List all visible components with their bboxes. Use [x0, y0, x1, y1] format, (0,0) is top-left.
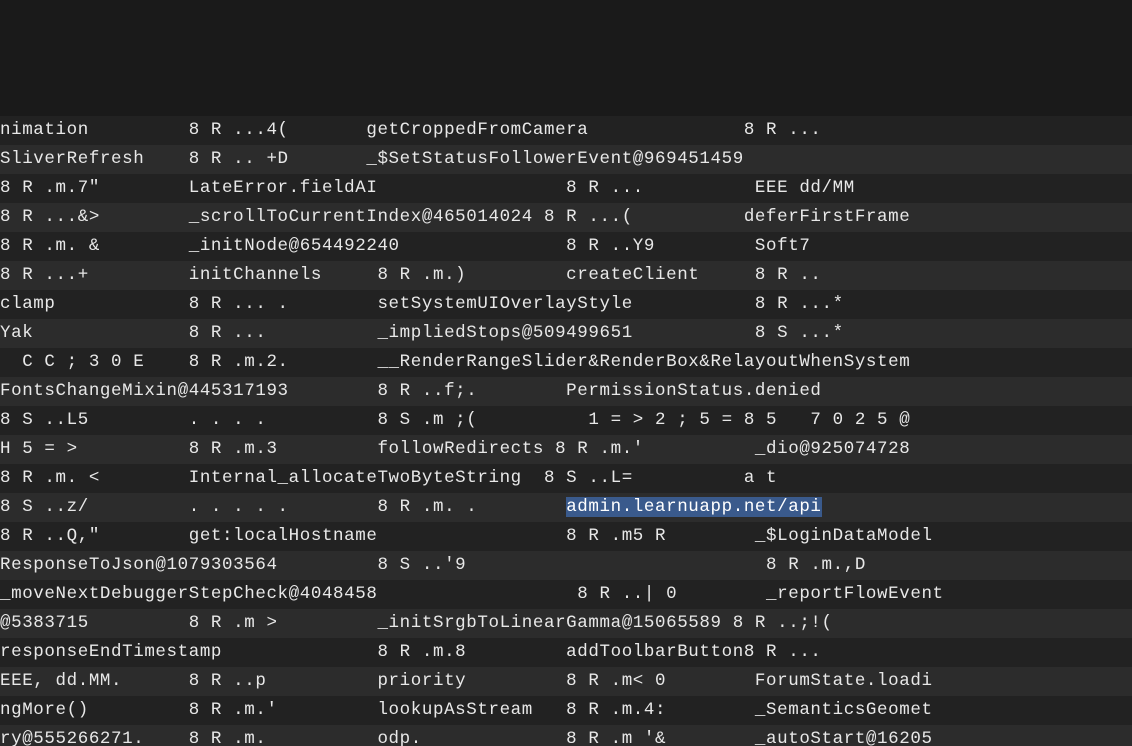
- line-text: 8 R ..Q," get:localHostname 8 R .m5 R _$…: [0, 526, 933, 546]
- line-text: 8 S ..z/ . . . . . 8 R .m. .: [0, 497, 566, 517]
- terminal-output: nimation 8 R ...4( getCroppedFromCamera …: [0, 116, 1132, 746]
- line-text: 8 R .m.7" LateError.fieldAI 8 R ... EEE …: [0, 178, 855, 198]
- terminal-line: clamp 8 R ... . setSystemUIOverlayStyle …: [0, 290, 1132, 319]
- line-text: clamp 8 R ... . setSystemUIOverlayStyle …: [0, 294, 844, 314]
- line-text: ResponseToJson@1079303564 8 S ..'9 8 R .…: [0, 555, 866, 575]
- terminal-line: H 5 = > 8 R .m.3 followRedirects 8 R .m.…: [0, 435, 1132, 464]
- terminal-line: 8 S ..z/ . . . . . 8 R .m. . admin.learn…: [0, 493, 1132, 522]
- terminal-line: @5383715 8 R .m > _initSrgbToLinearGamma…: [0, 609, 1132, 638]
- line-text: C C ; 3 0 E 8 R .m.2. __RenderRangeSlide…: [0, 352, 910, 372]
- terminal-line: 8 R .m.7" LateError.fieldAI 8 R ... EEE …: [0, 174, 1132, 203]
- terminal-line: SliverRefresh 8 R .. +D _$SetStatusFollo…: [0, 145, 1132, 174]
- terminal-line: ngMore() 8 R .m.' lookupAsStream 8 R .m.…: [0, 696, 1132, 725]
- line-text: @5383715 8 R .m > _initSrgbToLinearGamma…: [0, 613, 833, 633]
- line-text: nimation 8 R ...4( getCroppedFromCamera …: [0, 120, 822, 140]
- terminal-line: 8 S ..L5 . . . . 8 S .m ;( 1 = > 2 ; 5 =…: [0, 406, 1132, 435]
- line-text: EEE, dd.MM. 8 R ..p priority 8 R .m< 0 F…: [0, 671, 933, 691]
- terminal-line: 8 R ...+ initChannels 8 R .m.) createCli…: [0, 261, 1132, 290]
- terminal-line: Yak 8 R ... _impliedStops@509499651 8 S …: [0, 319, 1132, 348]
- line-text: H 5 = > 8 R .m.3 followRedirects 8 R .m.…: [0, 439, 910, 459]
- selection-highlight[interactable]: admin.learnuapp.net/api: [566, 497, 821, 517]
- terminal-line: EEE, dd.MM. 8 R ..p priority 8 R .m< 0 F…: [0, 667, 1132, 696]
- terminal-line: 8 R ..Q," get:localHostname 8 R .m5 R _$…: [0, 522, 1132, 551]
- line-text: 8 R .m. < Internal_allocateTwoByteString…: [0, 468, 777, 488]
- terminal-line: ResponseToJson@1079303564 8 S ..'9 8 R .…: [0, 551, 1132, 580]
- terminal-line: nimation 8 R ...4( getCroppedFromCamera …: [0, 116, 1132, 145]
- terminal-line: ry@555266271. 8 R .m. odp. 8 R .m '& _au…: [0, 725, 1132, 746]
- line-text: FontsChangeMixin@445317193 8 R ..f;. Per…: [0, 381, 822, 401]
- terminal-line: C C ; 3 0 E 8 R .m.2. __RenderRangeSlide…: [0, 348, 1132, 377]
- terminal-line: FontsChangeMixin@445317193 8 R ..f;. Per…: [0, 377, 1132, 406]
- line-text: ngMore() 8 R .m.' lookupAsStream 8 R .m.…: [0, 700, 933, 720]
- line-text: responseEndTimestamp 8 R .m.8 addToolbar…: [0, 642, 822, 662]
- line-text: 8 S ..L5 . . . . 8 S .m ;( 1 = > 2 ; 5 =…: [0, 410, 910, 430]
- terminal-line: 8 R ...&> _scrollToCurrentIndex@46501402…: [0, 203, 1132, 232]
- line-text: _moveNextDebuggerStepCheck@4048458 8 R .…: [0, 584, 944, 604]
- terminal-line: responseEndTimestamp 8 R .m.8 addToolbar…: [0, 638, 1132, 667]
- line-text: 8 R .m. & _initNode@654492240 8 R ..Y9 S…: [0, 236, 810, 256]
- terminal-line: 8 R .m. & _initNode@654492240 8 R ..Y9 S…: [0, 232, 1132, 261]
- terminal-line: 8 R .m. < Internal_allocateTwoByteString…: [0, 464, 1132, 493]
- line-text: ry@555266271. 8 R .m. odp. 8 R .m '& _au…: [0, 729, 933, 746]
- line-text: 8 R ...&> _scrollToCurrentIndex@46501402…: [0, 207, 910, 227]
- line-text: 8 R ...+ initChannels 8 R .m.) createCli…: [0, 265, 822, 285]
- terminal-line: _moveNextDebuggerStepCheck@4048458 8 R .…: [0, 580, 1132, 609]
- line-text: Yak 8 R ... _impliedStops@509499651 8 S …: [0, 323, 844, 343]
- line-text: SliverRefresh 8 R .. +D _$SetStatusFollo…: [0, 149, 744, 169]
